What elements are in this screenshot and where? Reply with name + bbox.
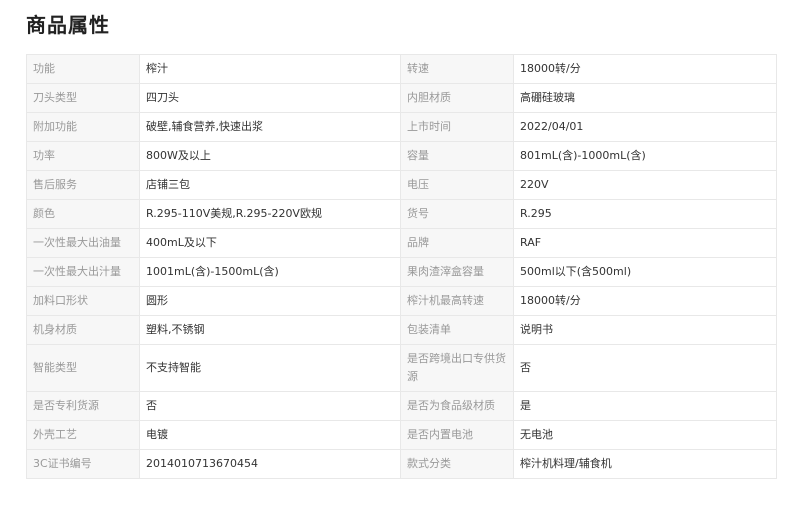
attribute-value: 四刀头 <box>139 83 401 113</box>
table-row: 功能 榨汁 转速 18000转/分 <box>26 54 777 84</box>
section-title: 商品属性 <box>26 13 110 37</box>
attribute-name: 一次性最大出汁量 <box>26 257 140 287</box>
attribute-name: 刀头类型 <box>26 83 140 113</box>
attribute-value: 是 <box>513 391 777 421</box>
table-row: 售后服务 店铺三包 电压 220V <box>26 170 777 200</box>
attribute-value: 800W及以上 <box>139 141 401 171</box>
attribute-value: 18000转/分 <box>513 54 777 84</box>
attribute-name: 果肉渣滓盒容量 <box>400 257 514 287</box>
attribute-name: 是否为食品级材质 <box>400 391 514 421</box>
attribute-value: 否 <box>139 391 401 421</box>
table-row: 是否专利货源否是否为食品级材质是 <box>26 391 777 421</box>
attribute-name: 上市时间 <box>400 112 514 142</box>
attribute-name: 电压 <box>400 170 514 200</box>
table-row: 一次性最大出汁量 1001mL(含)-1500mL(含) 果肉渣滓盒容量 500ml以… <box>26 257 777 287</box>
attribute-value: 801mL(含)-1000mL(含) <box>513 141 777 171</box>
table-row: 加料口形状 圆形 榨汁机最高转速 18000转/分 <box>26 286 777 316</box>
attribute-value: 榨汁 <box>139 54 401 84</box>
table-row: 智能类型 不支持智能 是否跨境出口专供货源否 <box>26 344 777 392</box>
attributes-table: 功能 榨汁 转速 18000转/分 刀头类型 四刀头 内胆材质 高硼硅玻璃 附加功能 破壁,辅食营… <box>26 54 777 479</box>
attribute-value: 2014010713670454 <box>139 449 401 479</box>
table-row: 附加功能 破壁,辅食营养,快速出浆 上市时间 2022/04/01 <box>26 112 777 142</box>
attribute-name: 功率 <box>26 141 140 171</box>
attribute-name: 是否内置电池 <box>400 420 514 450</box>
attribute-name: 附加功能 <box>26 112 140 142</box>
attribute-name: 颜色 <box>26 199 140 229</box>
attribute-name: 售后服务 <box>26 170 140 200</box>
attribute-name: 款式分类 <box>400 449 514 479</box>
attribute-value: 电镀 <box>139 420 401 450</box>
table-row: 刀头类型 四刀头 内胆材质 高硼硅玻璃 <box>26 83 777 113</box>
attribute-value: 400mL及以下 <box>139 228 401 258</box>
attribute-name: 智能类型 <box>26 344 140 392</box>
attribute-value: R.295-110V美规,R.295-220V欧规 <box>139 199 401 229</box>
attribute-value: 不支持智能 <box>139 344 401 392</box>
table-row: 一次性最大出油量 400mL及以下 品牌 RAF <box>26 228 777 258</box>
attribute-value: RAF <box>513 228 777 258</box>
attribute-value: 说明书 <box>513 315 777 345</box>
attribute-value: 2022/04/01 <box>513 112 777 142</box>
attribute-name: 机身材质 <box>26 315 140 345</box>
attribute-name: 货号 <box>400 199 514 229</box>
attribute-name: 转速 <box>400 54 514 84</box>
attribute-name: 外壳工艺 <box>26 420 140 450</box>
attribute-name: 是否专利货源 <box>26 391 140 421</box>
attribute-name: 加料口形状 <box>26 286 140 316</box>
attribute-value: 高硼硅玻璃 <box>513 83 777 113</box>
attribute-name: 一次性最大出油量 <box>26 228 140 258</box>
attribute-value: 破壁,辅食营养,快速出浆 <box>139 112 401 142</box>
attribute-value: 否 <box>513 344 777 392</box>
attribute-value: 1001mL(含)-1500mL(含) <box>139 257 401 287</box>
attribute-value: R.295 <box>513 199 777 229</box>
table-row: 外壳工艺 电镀 是否内置电池 无电池 <box>26 420 777 450</box>
attribute-value: 店铺三包 <box>139 170 401 200</box>
attribute-value: 圆形 <box>139 286 401 316</box>
attribute-name: 内胆材质 <box>400 83 514 113</box>
attribute-value: 220V <box>513 170 777 200</box>
product-attributes-panel: 商品属性 功能 榨汁 转速 18000转/分 刀头类型 四刀头 内胆材质 高硼硅玻璃 附加功能破… <box>0 0 790 521</box>
table-row: 3C证书编号 2014010713670454 款式分类 榨汁机料理/辅食机 <box>26 449 777 479</box>
attribute-value: 榨汁机料理/辅食机 <box>513 449 777 479</box>
attribute-value: 18000转/分 <box>513 286 777 316</box>
table-row: 机身材质 塑料,不锈钢 包装清单 说明书 <box>26 315 777 345</box>
attribute-name: 是否跨境出口专供货源 <box>400 344 514 392</box>
attributes-table-body: 功能 榨汁 转速 18000转/分 刀头类型 四刀头 内胆材质 高硼硅玻璃 附加功能 破壁,辅食营… <box>26 54 777 479</box>
attribute-name: 容量 <box>400 141 514 171</box>
attribute-value: 无电池 <box>513 420 777 450</box>
attribute-name: 3C证书编号 <box>26 449 140 479</box>
attribute-name: 榨汁机最高转速 <box>400 286 514 316</box>
attribute-value: 塑料,不锈钢 <box>139 315 401 345</box>
attribute-value: 500ml以下(含500ml) <box>513 257 777 287</box>
attribute-name: 品牌 <box>400 228 514 258</box>
attribute-name: 包装清单 <box>400 315 514 345</box>
attribute-name: 功能 <box>26 54 140 84</box>
table-row: 颜色 R.295-110V美规,R.295-220V欧规 货号 R.295 <box>26 199 777 229</box>
table-row: 功率 800W及以上 容量 801mL(含)-1000mL(含) <box>26 141 777 171</box>
